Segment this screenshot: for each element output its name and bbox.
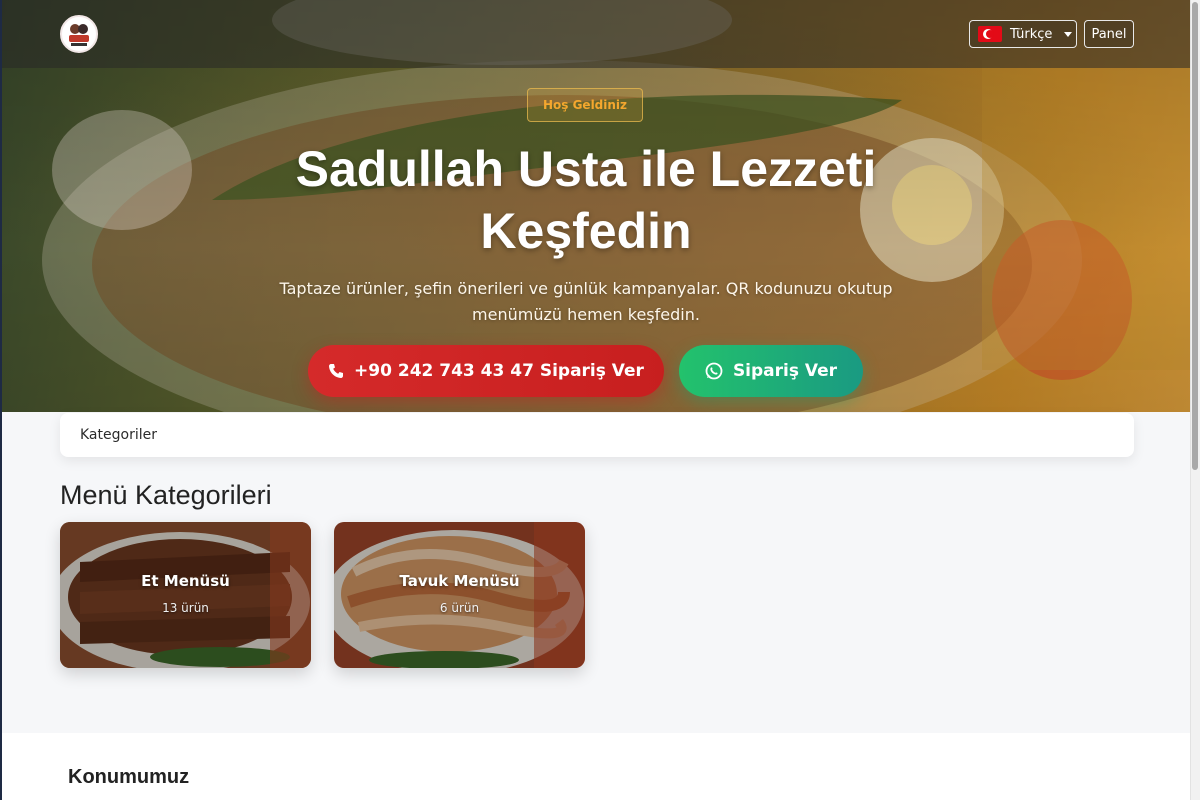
hero-section: Türkçe Panel Hoş Geldiniz Sadullah Usta … [2,0,1190,412]
card-title: Et Menüsü [141,572,230,590]
category-card-et[interactable]: Et Menüsü 13 ürün [60,522,311,668]
phone-icon [328,363,344,379]
card-count: 13 ürün [162,601,209,615]
logo-icon [63,18,95,50]
location-title: Konumumuz [68,766,190,788]
whatsapp-order-label: Sipariş Ver [732,361,838,381]
card-overlay [334,522,585,668]
flag-tr-icon [978,26,1002,42]
card-overlay [60,522,311,668]
card-count: 6 ürün [439,601,480,615]
navbar: Türkçe Panel [2,0,1190,68]
card-title: Tavuk Menüsü [399,572,520,590]
language-label: Türkçe [1010,26,1053,42]
hero-subtitle: Taptaze ürünler, şefin önerileri ve günl… [279,279,893,324]
page: Türkçe Panel Hoş Geldiniz Sadullah Usta … [2,0,1190,800]
call-order-label: +90 242 743 43 47 Sipariş Ver [354,361,644,381]
welcome-badge: Hoş Geldiniz [527,88,643,122]
categories-label: Kategoriler [80,427,157,443]
chevron-down-icon [1064,31,1073,37]
categories-bar[interactable]: Kategoriler [60,413,1134,457]
menu-categories-title: Menü Kategorileri [60,480,272,510]
category-card-tavuk[interactable]: Tavuk Menüsü 6 ürün [334,522,585,668]
page-scrollbar[interactable] [1190,0,1200,800]
location-section: Konumumuz [2,733,1190,800]
language-select[interactable]: Türkçe [969,20,1077,48]
hero-title: Sadullah Usta ile Lezzeti Keşfedin [295,141,877,259]
whatsapp-icon [705,362,723,380]
whatsapp-order-button[interactable]: Sipariş Ver [679,345,863,397]
logo[interactable] [60,15,98,53]
panel-button[interactable]: Panel [1084,20,1134,48]
scrollbar-thumb[interactable] [1192,2,1198,470]
call-order-button[interactable]: +90 242 743 43 47 Sipariş Ver [308,345,664,397]
